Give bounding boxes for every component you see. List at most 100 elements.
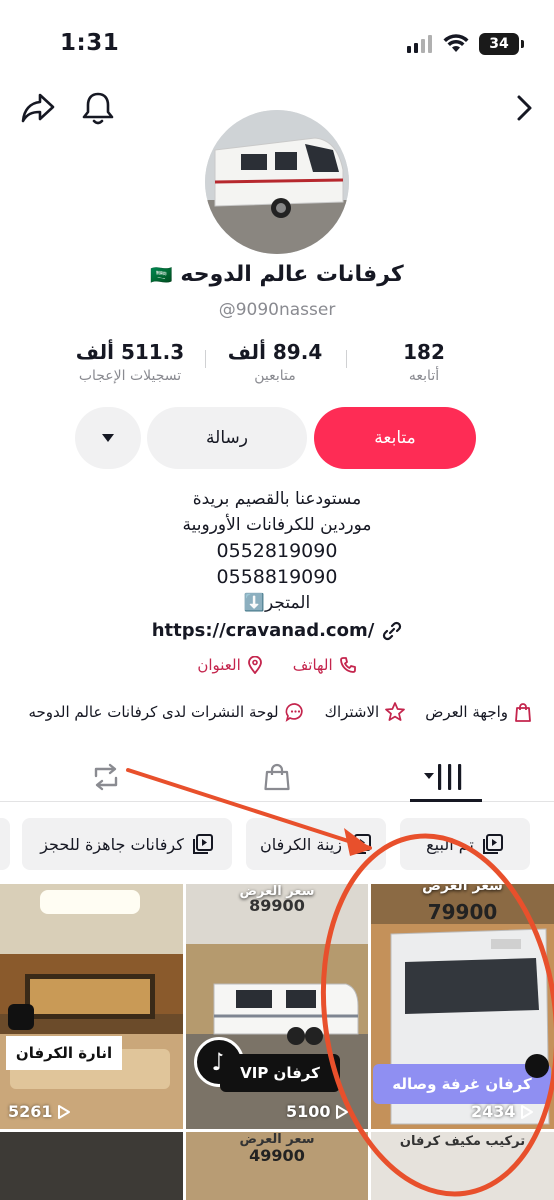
video-views: 2434: [471, 1102, 534, 1121]
views-count: 5100: [286, 1102, 331, 1121]
bio: مستودعنا بالقصيم بريدة موردين للكرفانات …: [0, 486, 554, 616]
content-tabs: [0, 752, 554, 802]
showcase-label: واجهة العرض: [425, 703, 508, 721]
contact-row: الهاتف العنوان: [0, 656, 554, 674]
chevron-right-icon[interactable]: [506, 88, 542, 128]
views-count: 5261: [8, 1102, 53, 1121]
video-price-label: سعر العرض: [239, 1132, 315, 1147]
suggested-accounts-button[interactable]: [75, 407, 141, 469]
subscription-link[interactable]: الاشتراك: [325, 702, 406, 722]
contact-address[interactable]: العنوان: [197, 656, 262, 674]
video-thumbnail[interactable]: سعر العرض 89900 ♪ كرفان VIP 5100: [186, 884, 368, 1129]
chip-sold[interactable]: تم البيع: [400, 818, 530, 870]
play-outline-icon: [335, 1104, 348, 1119]
video-thumbnail[interactable]: [0, 1132, 183, 1200]
message-button[interactable]: رسالة: [147, 407, 307, 469]
stats-divider: [205, 350, 206, 368]
chip-ready-label: كرفانات جاهزة للحجز: [40, 834, 184, 854]
status-icons: 34: [407, 33, 524, 55]
video-price: 49900: [249, 1146, 305, 1165]
video-badge: كرفان VIP: [220, 1054, 340, 1092]
profile-handle: @9090nasser: [218, 300, 336, 320]
signal-icon: [407, 35, 432, 53]
video-thumbnail[interactable]: سعر العرض 49900: [186, 1132, 368, 1200]
video-caption: انارة الكرفان: [6, 1036, 122, 1070]
wifi-icon: [443, 34, 469, 52]
tiktok-logo-icon: [525, 1054, 549, 1078]
video-grid: انارة الكرفان 5261 سعر العرض 89900 ♪ كرف…: [0, 884, 554, 1200]
subscription-label: الاشتراك: [324, 703, 380, 721]
chip-sold-label: تم البيع: [426, 834, 474, 854]
video-thumbnail[interactable]: انارة الكرفان 5261: [0, 884, 183, 1129]
video-badge: كرفان غرفة وصاله: [373, 1064, 551, 1104]
playlist-icon: [192, 834, 213, 854]
location-pin-icon: [247, 656, 262, 674]
following-count: 182: [403, 340, 445, 364]
playlist-icon: [350, 834, 371, 854]
likes-count: 511.3 ألف: [75, 340, 185, 364]
video-views: 5261: [8, 1102, 71, 1121]
contact-address-label: العنوان: [197, 656, 241, 674]
caret-down-icon: [102, 434, 114, 442]
play-outline-icon: [57, 1104, 70, 1119]
bio-link-text[interactable]: https://cravanad.com/: [152, 620, 375, 641]
board-link[interactable]: لوحة النشرات لدى كرفانات عالم الدوحه: [28, 702, 304, 722]
saudi-flag-icon: 🇸🇦: [150, 265, 173, 286]
notification-bell-icon[interactable]: [78, 88, 118, 128]
video-price: 79900: [427, 900, 498, 924]
stat-followers[interactable]: 89.4 ألف متابعين: [205, 340, 345, 384]
chat-bubble-icon: [285, 703, 303, 722]
caravan-exterior-image: [186, 884, 368, 1129]
feature-row: واجهة العرض الاشتراك لوحة النشرات لدى كر…: [28, 702, 532, 722]
playlist-chips: تم البيع زينة الكرفان كرفانات جاهزة للحج…: [0, 818, 554, 874]
followers-label: متابعين: [254, 368, 296, 384]
video-views: 5100: [286, 1102, 349, 1121]
stats-divider: [346, 350, 347, 368]
views-count: 2434: [471, 1102, 516, 1121]
video-thumbnail[interactable]: تركيب مكيف كرفان: [371, 1132, 554, 1200]
video-thumbnail[interactable]: سعر العرض 79900 كرفان غرفة وصاله 2434: [371, 884, 554, 1129]
play-outline-icon: [520, 1104, 533, 1119]
board-label: لوحة النشرات لدى كرفانات عالم الدوحه: [28, 703, 279, 721]
playlist-icon: [482, 834, 503, 854]
tab-shop[interactable]: [237, 752, 317, 802]
shopping-bag-icon: [264, 763, 290, 791]
avatar[interactable]: [205, 110, 349, 254]
bio-line: مستودعنا بالقصيم بريدة: [192, 489, 362, 509]
video-price-label: سعر العرض: [422, 884, 503, 894]
following-label: أتابعه: [408, 368, 440, 384]
phone-icon: [339, 657, 356, 673]
profile-name-text: كرفانات عالم الدوحه: [180, 262, 404, 287]
repost-icon: [94, 763, 118, 791]
bio-line: موردين للكرفانات الأوروبية: [182, 515, 372, 535]
stat-likes[interactable]: 511.3 ألف تسجيلات الإعجاب: [60, 340, 200, 384]
tab-reposts[interactable]: [66, 752, 146, 802]
shopping-bag-icon: [515, 703, 531, 722]
bio-phone: 0552819090: [216, 540, 338, 562]
share-icon[interactable]: [18, 88, 58, 128]
contact-phone-label: الهاتف: [292, 656, 333, 674]
bio-store: المتجر⬇️: [243, 593, 311, 613]
bio-phone: 0558819090: [216, 566, 338, 588]
profile-name: كرفانات عالم الدوحه 🇸🇦: [0, 262, 554, 287]
chip-caravan-decor-label: زينة الكرفان: [260, 834, 342, 854]
followers-count: 89.4 ألف: [227, 340, 323, 364]
follow-button[interactable]: متابعة: [314, 407, 476, 469]
tiktok-logo-icon: [8, 1004, 34, 1030]
showcase-link[interactable]: واجهة العرض: [425, 702, 532, 722]
contact-phone[interactable]: الهاتف: [293, 656, 357, 674]
video-price: 89900: [249, 896, 305, 915]
chip-caravan-decor[interactable]: زينة الكرفان: [246, 818, 386, 870]
chip-partial[interactable]: [0, 818, 10, 870]
star-icon: [385, 702, 406, 721]
status-time: 1:31: [60, 30, 120, 56]
battery-icon: 34: [479, 33, 519, 55]
stat-following[interactable]: 182 أتابعه: [354, 340, 494, 384]
chip-ready-caravans[interactable]: كرفانات جاهزة للحجز: [22, 818, 232, 870]
video-caption: تركيب مكيف كرفان: [399, 1134, 526, 1149]
tab-active-indicator: [410, 799, 482, 802]
link-icon: [383, 621, 402, 640]
tab-videos[interactable]: [405, 752, 485, 802]
bio-link[interactable]: https://cravanad.com/: [0, 620, 554, 641]
grid-icon: [424, 764, 462, 790]
